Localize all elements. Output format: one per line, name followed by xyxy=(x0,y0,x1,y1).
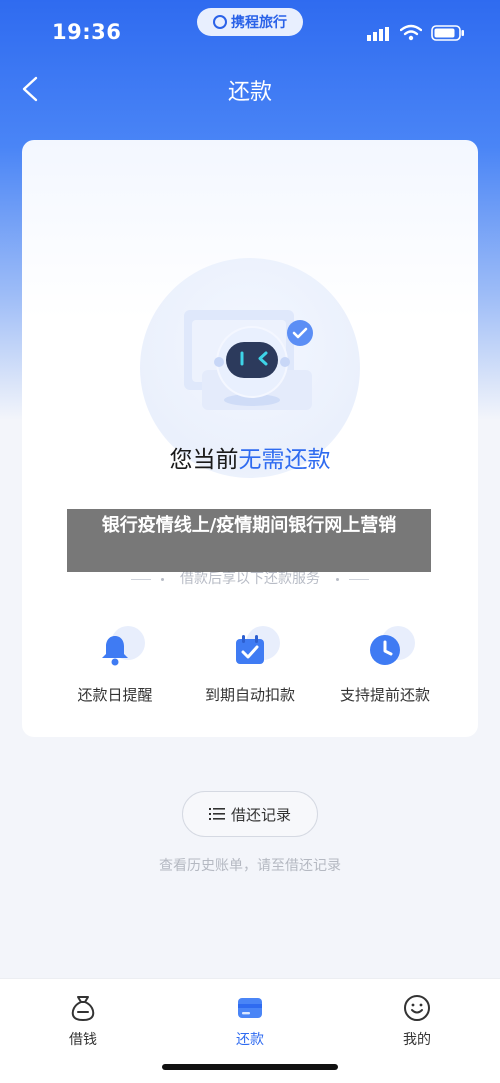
list-icon xyxy=(208,808,225,820)
feature-label: 还款日提醒 xyxy=(77,686,153,704)
bell-icon xyxy=(102,636,128,666)
tab-mine[interactable]: 我的 xyxy=(367,993,467,1049)
card-icon xyxy=(238,998,262,1018)
signal-icon xyxy=(367,27,389,41)
brand-logo-icon xyxy=(213,15,227,29)
borrow-repay-records-button[interactable]: 借还记录 xyxy=(182,791,318,837)
records-button-label: 借还记录 xyxy=(230,805,291,824)
calendar-icon-wrap xyxy=(226,626,280,674)
feature-label: 到期自动扣款 xyxy=(204,686,295,704)
history-hint: 查看历史账单，请至借还记录 xyxy=(159,858,341,874)
caption-dot-right xyxy=(336,577,340,581)
nav-bar: 还款 xyxy=(0,64,500,114)
feature-auto-debit: 到期自动扣款 xyxy=(185,626,315,706)
caption-divider-right xyxy=(349,578,370,580)
home-indicator xyxy=(162,1064,338,1070)
tab-label: 还款 xyxy=(236,1032,264,1048)
tab-label: 我的 xyxy=(403,1032,431,1048)
brand-name: 携程旅行 xyxy=(231,15,287,31)
status-heading-prefix: 您当前 xyxy=(169,447,239,473)
tab-repay[interactable]: 还款 xyxy=(200,993,300,1049)
money-bag-icon xyxy=(71,996,95,1021)
wifi-icon xyxy=(400,24,422,41)
bell-icon-wrap xyxy=(91,626,145,674)
smiley-icon xyxy=(404,995,430,1021)
feature-label: 支持提前还款 xyxy=(339,686,430,704)
status-time: 19:36 xyxy=(52,20,122,44)
feature-repayment-reminder: 还款日提醒 xyxy=(50,626,180,706)
caption-divider-left xyxy=(130,578,151,580)
robot-illustration xyxy=(184,310,313,410)
overlay-banner: 银行疫情线上/疫情期间银行网上营销 xyxy=(67,509,431,572)
status-heading: 您当前无需还款 xyxy=(22,440,478,474)
feature-early-repayment: 支持提前还款 xyxy=(320,626,450,706)
clock-icon xyxy=(370,635,400,665)
calendar-check-icon xyxy=(236,635,264,664)
clock-icon-wrap xyxy=(361,626,415,674)
tab-borrow[interactable]: 借钱 xyxy=(33,993,133,1049)
battery-icon xyxy=(431,25,464,41)
repayment-status-card: 您当前无需还款 借款后享以下还款服务 还款日提醒 到期自动扣款 支持提前还款 xyxy=(22,140,478,737)
status-bar: 19:36 携程旅行 xyxy=(0,0,500,64)
brand-pill: 携程旅行 xyxy=(197,8,303,36)
caption-dot-left xyxy=(160,577,164,581)
tab-label: 借钱 xyxy=(69,1032,97,1048)
page-title: 还款 xyxy=(227,80,272,105)
status-heading-highlight: 无需还款 xyxy=(238,447,331,473)
services-caption-text: 借款后享以下还款服务 xyxy=(180,571,320,587)
